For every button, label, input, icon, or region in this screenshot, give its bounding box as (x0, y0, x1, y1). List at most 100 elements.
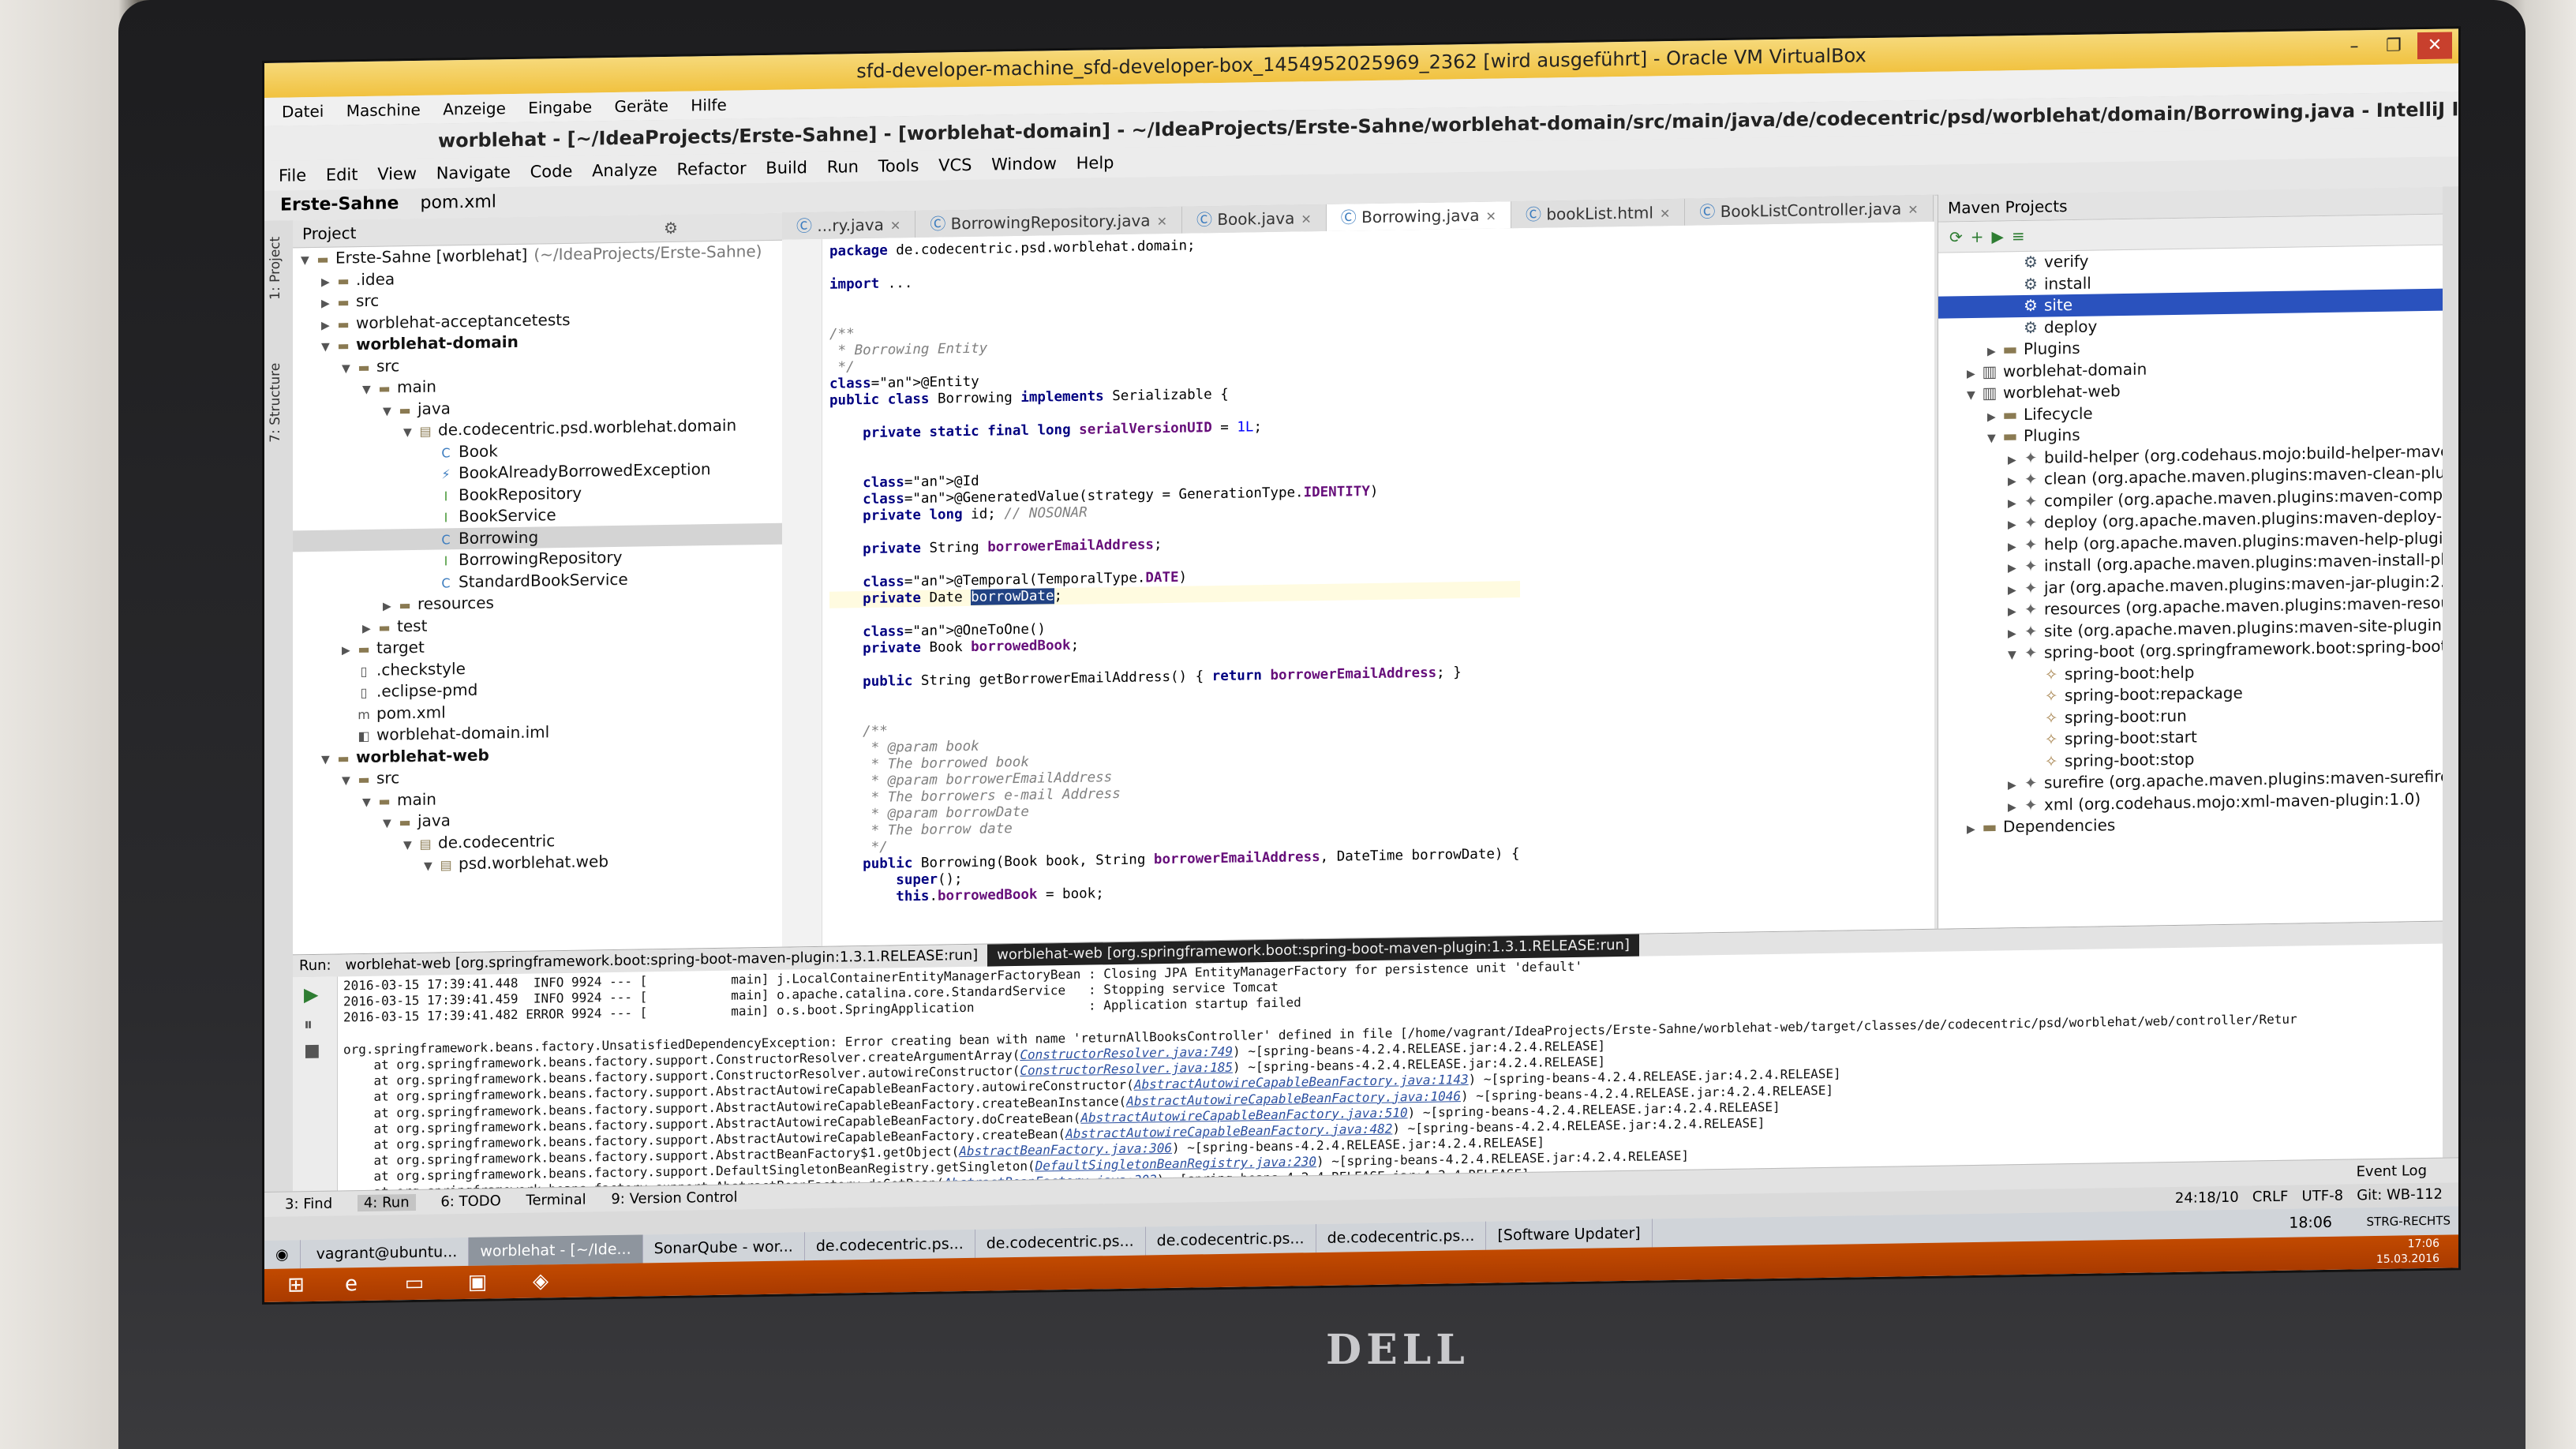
file-explorer-icon[interactable]: ▭ (391, 1270, 438, 1297)
menu-navigate[interactable]: Navigate (436, 163, 511, 182)
rerun-icon[interactable]: ▶ (293, 977, 337, 1013)
editor-tab[interactable]: Ⓒ Book.java ✕ (1181, 204, 1327, 235)
windows-clock[interactable]: 17:06 15.03.2016 (2376, 1237, 2439, 1267)
pause-icon[interactable]: ⏸ (293, 1012, 337, 1039)
expand-arrow-icon[interactable]: ▶ (1987, 341, 2001, 363)
menu-edit[interactable]: Edit (326, 165, 358, 185)
expand-arrow-icon[interactable]: ▶ (2008, 515, 2022, 537)
menu-vcs[interactable]: VCS (938, 155, 972, 175)
file-encoding[interactable]: UTF-8 (2302, 1188, 2343, 1205)
find-tool-button[interactable]: 3: Find (285, 1196, 332, 1213)
taskbar-window-button[interactable]: de.codecentric.ps... (1316, 1221, 1487, 1253)
menu-window[interactable]: Window (991, 154, 1057, 174)
taskbar-window-button[interactable]: de.codecentric.ps... (1145, 1224, 1316, 1256)
windows-start-icon[interactable]: ⊞ (272, 1271, 320, 1299)
menu-view[interactable]: View (377, 164, 417, 184)
expand-arrow-icon[interactable]: ▼ (424, 856, 438, 878)
expand-arrow-icon[interactable]: ▶ (342, 640, 356, 662)
cursor-position[interactable]: 24:18/10 (2175, 1189, 2239, 1207)
structure-tool-tab[interactable]: 7: Structure (268, 363, 283, 443)
editor-tab[interactable]: Ⓒ ...ry.java ✕ (782, 211, 916, 241)
expand-arrow-icon[interactable]: ▼ (383, 813, 397, 835)
expand-arrow-icon[interactable]: ▼ (321, 337, 335, 359)
taskbar-window-button[interactable]: worblehat - [~/Ide... (469, 1234, 643, 1266)
minimize-icon[interactable]: – (2337, 33, 2372, 61)
menu-analyze[interactable]: Analyze (592, 160, 657, 180)
vm-menu-datei[interactable]: Datei (282, 102, 324, 122)
expand-arrow-icon[interactable]: ▼ (301, 250, 315, 272)
taskbar-window-button[interactable]: vagrant@ubuntu... (305, 1237, 470, 1269)
expand-arrow-icon[interactable]: ▼ (362, 792, 376, 814)
stacktrace-link[interactable]: ConstructorResolver.java:749 (1020, 1044, 1233, 1062)
expand-arrow-icon[interactable]: ▶ (321, 294, 335, 316)
expand-arrow-icon[interactable]: ▼ (342, 770, 356, 792)
project-view-label[interactable]: Project (302, 223, 356, 243)
line-separator[interactable]: CRLF (2252, 1189, 2288, 1206)
toggle-offline-icon[interactable]: ≡ (2012, 227, 2033, 245)
expand-arrow-icon[interactable]: ▼ (362, 380, 376, 402)
menu-run[interactable]: Run (827, 157, 859, 177)
vm-menu-anzeige[interactable]: Anzeige (443, 99, 506, 118)
maximize-icon[interactable]: ❐ (2376, 32, 2411, 60)
menu-code[interactable]: Code (530, 162, 573, 182)
event-log-button[interactable]: Event Log (2357, 1159, 2427, 1185)
vcs-tool-button[interactable]: 9: Version Control (611, 1189, 737, 1208)
internet-explorer-icon[interactable]: e (328, 1271, 375, 1298)
menu-refactor[interactable]: Refactor (677, 159, 747, 178)
panel-settings-icon[interactable]: ⚙ (664, 215, 678, 242)
store-icon[interactable]: ▣ (454, 1268, 501, 1296)
menu-help[interactable]: Help (1076, 153, 1114, 173)
close-tab-icon[interactable]: ✕ (1908, 202, 1918, 217)
vcs-branch[interactable]: Git: WB-112 (2357, 1186, 2443, 1204)
vm-menu-geraete[interactable]: Geräte (614, 96, 668, 116)
expand-arrow-icon[interactable]: ▶ (1967, 819, 1981, 841)
menu-tools[interactable]: Tools (878, 156, 919, 176)
expand-arrow-icon[interactable]: ▼ (403, 422, 417, 444)
run-tool-button[interactable]: 4: Run (357, 1193, 416, 1212)
expand-arrow-icon[interactable]: ▼ (342, 358, 356, 380)
expand-arrow-icon[interactable]: ▼ (321, 749, 335, 771)
vm-menu-eingabe[interactable]: Eingabe (528, 97, 592, 117)
add-icon[interactable]: + (1971, 227, 1992, 246)
todo-tool-button[interactable]: 6: TODO (440, 1193, 500, 1210)
run-icon[interactable]: ▶ (1992, 227, 2012, 245)
code-editor[interactable]: package de.codecentric.psd.worblehat.dom… (782, 221, 1934, 947)
vm-menu-hilfe[interactable]: Hilfe (691, 95, 727, 115)
expand-arrow-icon[interactable]: ▼ (1987, 428, 2001, 450)
refresh-icon[interactable]: ⟳ (1949, 227, 1971, 246)
close-tab-icon[interactable]: ✕ (1660, 206, 1670, 221)
close-icon[interactable]: ✕ (2417, 32, 2452, 60)
stacktrace-link[interactable]: ConstructorResolver.java:185 (1020, 1060, 1233, 1078)
menu-file[interactable]: File (279, 166, 306, 185)
project-tool-tab[interactable]: 1: Project (268, 237, 283, 300)
guest-clock[interactable]: 18:06 (2289, 1208, 2332, 1237)
expand-arrow-icon[interactable]: ▶ (2008, 471, 2022, 493)
stop-icon[interactable]: ■ (293, 1038, 337, 1065)
terminal-tool-button[interactable]: Terminal (526, 1192, 586, 1209)
stacktrace-link[interactable]: AbstractBeanFactory.java:306 (959, 1140, 1172, 1159)
close-tab-icon[interactable]: ✕ (1157, 214, 1167, 229)
guest-menu-icon[interactable]: ◉ (264, 1240, 301, 1269)
nav-project[interactable]: Erste-Sahne (280, 193, 399, 215)
expand-arrow-icon[interactable]: ▶ (2008, 601, 2022, 623)
plugin-icon: ✦ (2024, 469, 2038, 489)
taskbar-window-button[interactable]: de.codecentric.ps... (804, 1229, 975, 1261)
expand-arrow-icon[interactable]: ▼ (2008, 645, 2022, 667)
close-tab-icon[interactable]: ✕ (1486, 208, 1496, 223)
taskbar-window-button[interactable]: [Software Updater] (1486, 1219, 1653, 1250)
close-tab-icon[interactable]: ✕ (1301, 212, 1311, 227)
expand-arrow-icon[interactable]: ▶ (383, 596, 397, 618)
expand-arrow-icon[interactable]: ▶ (2008, 558, 2022, 580)
expand-arrow-icon[interactable]: ▼ (1967, 385, 1981, 407)
virtualbox-icon[interactable]: ◈ (517, 1267, 564, 1295)
nav-file[interactable]: pom.xml (420, 192, 496, 213)
close-tab-icon[interactable]: ✕ (890, 218, 900, 233)
expand-arrow-icon[interactable]: ▼ (403, 834, 417, 856)
taskbar-window-button[interactable]: de.codecentric.ps... (975, 1226, 1146, 1258)
menu-build[interactable]: Build (766, 158, 807, 178)
vm-menu-maschine[interactable]: Maschine (346, 100, 421, 120)
folder-icon: ▬ (399, 814, 411, 830)
taskbar-window-button[interactable]: SonarQube - wor... (642, 1232, 805, 1264)
expand-arrow-icon[interactable]: ▼ (383, 401, 397, 423)
expand-arrow-icon[interactable]: ▶ (2008, 775, 2022, 797)
